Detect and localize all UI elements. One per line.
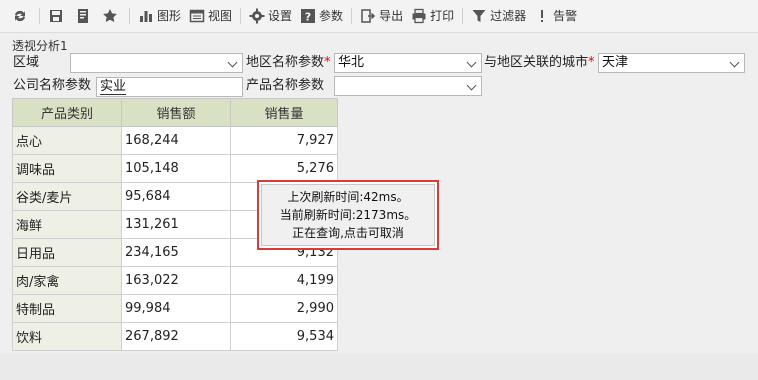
qty-cell[interactable]: 9,534 (230, 322, 338, 351)
bottom-bar (0, 354, 758, 380)
last-refresh-time: 上次刷新时间:42ms。 (287, 190, 409, 204)
qty-cell[interactable]: 5,276 (230, 154, 338, 183)
category-cell[interactable]: 谷类/麦片 (12, 182, 122, 211)
sales-cell[interactable]: 95,684 (121, 182, 231, 211)
params-label: 参数 (319, 9, 344, 23)
toolbar-divider (351, 8, 353, 24)
settings-button[interactable]: 设置 (245, 4, 296, 28)
category-cell[interactable]: 日用品 (12, 238, 122, 267)
params-button[interactable]: ? 参数 (296, 4, 347, 28)
toolbar-divider (129, 8, 130, 24)
refresh-icon (12, 8, 28, 24)
alert-icon (534, 8, 550, 24)
print-icon (411, 8, 427, 24)
save-button[interactable] (44, 4, 71, 28)
query-status-popup[interactable]: 上次刷新时间:42ms。 当前刷新时间:2173ms。 正在查询,点击可取消 (257, 180, 439, 250)
print-button[interactable]: 打印 (407, 4, 458, 28)
filter-icon (471, 8, 487, 24)
favorite-button[interactable] (98, 4, 125, 28)
sales-cell[interactable]: 168,244 (121, 126, 231, 155)
view-icon (189, 8, 205, 24)
company-input[interactable]: 实业 (96, 77, 243, 97)
filter-button[interactable]: 过滤器 (467, 4, 530, 28)
required-mark: * (588, 55, 595, 70)
settings-label: 设置 (268, 9, 293, 23)
save-as-button[interactable] (71, 4, 98, 28)
svg-text:?: ? (305, 11, 311, 24)
export-button[interactable]: 导出 (356, 4, 407, 28)
toolbar-divider (240, 8, 242, 24)
star-icon (102, 8, 118, 24)
table-row: 饮料 267,892 9,534 (12, 322, 338, 351)
view-label: 视图 (208, 9, 233, 23)
required-mark: * (324, 55, 331, 70)
toolbar: 图形 视图 设置 ? 参数 导出 打印 过滤器 告警 (0, 0, 758, 33)
toolbar-divider (462, 8, 464, 24)
region-select[interactable] (70, 53, 243, 73)
table-row: 调味品 105,148 5,276 (12, 154, 338, 183)
gear-icon (249, 8, 265, 24)
sales-cell[interactable]: 99,984 (121, 294, 231, 323)
area-name-label: 地区名称参数* (246, 54, 331, 72)
sales-cell[interactable]: 131,261 (121, 210, 231, 239)
column-header-sales[interactable]: 销售额 (121, 98, 231, 127)
report-title: 透视分析1 (12, 39, 68, 53)
city-label: 与地区关联的城市* (484, 54, 595, 72)
table-row: 特制品 99,984 2,990 (12, 294, 338, 323)
chart-icon (138, 8, 154, 24)
sales-cell[interactable]: 163,022 (121, 266, 231, 295)
category-cell[interactable]: 肉/家禽 (12, 266, 122, 295)
city-label-text: 与地区关联的城市 (484, 55, 589, 70)
cancel-query-hint[interactable]: 正在查询,点击可取消 (292, 224, 404, 242)
qty-cell[interactable]: 4,199 (230, 266, 338, 295)
print-label: 打印 (430, 9, 455, 23)
area-name-value: 华北 (338, 55, 365, 70)
qty-cell[interactable]: 2,990 (230, 294, 338, 323)
product-select[interactable] (334, 76, 482, 96)
company-value: 实业 (100, 79, 127, 95)
product-label: 产品名称参数 (246, 78, 325, 93)
column-header-qty[interactable]: 销售量 (230, 98, 338, 127)
qty-cell[interactable]: 7,927 (230, 126, 338, 155)
category-cell[interactable]: 调味品 (12, 154, 122, 183)
sales-cell[interactable]: 267,892 (121, 322, 231, 351)
table-header-row: 产品类别 销售额 销售量 (12, 98, 338, 127)
sales-cell[interactable]: 234,165 (121, 238, 231, 267)
export-icon (360, 8, 376, 24)
table-row: 点心 168,244 7,927 (12, 126, 338, 155)
category-cell[interactable]: 海鲜 (12, 210, 122, 239)
category-cell[interactable]: 特制品 (12, 294, 122, 323)
save-icon (48, 8, 64, 24)
column-header-category[interactable]: 产品类别 (12, 98, 122, 127)
region-label: 区域 (13, 55, 40, 70)
chart-label: 图形 (157, 9, 182, 23)
city-value: 天津 (602, 55, 629, 70)
sales-cell[interactable]: 105,148 (121, 154, 231, 183)
category-cell[interactable]: 饮料 (12, 322, 122, 351)
filter-label: 过滤器 (490, 9, 527, 23)
area-name-select[interactable]: 华北 (334, 53, 482, 73)
query-status-box[interactable]: 上次刷新时间:42ms。 当前刷新时间:2173ms。 正在查询,点击可取消 (261, 184, 435, 246)
category-cell[interactable]: 点心 (12, 126, 122, 155)
alert-button[interactable]: 告警 (530, 4, 581, 28)
save-as-icon (75, 8, 91, 24)
view-button[interactable]: 视图 (185, 4, 236, 28)
alert-label: 告警 (553, 9, 578, 23)
area-name-label-text: 地区名称参数 (246, 55, 325, 70)
toolbar-divider (39, 8, 40, 24)
company-label: 公司名称参数 (13, 78, 92, 93)
current-refresh-time: 当前刷新时间:2173ms。 (279, 208, 417, 222)
refresh-button[interactable] (8, 4, 35, 28)
city-select[interactable]: 天津 (598, 53, 745, 73)
table-row: 肉/家禽 163,022 4,199 (12, 266, 338, 295)
export-label: 导出 (379, 9, 404, 23)
help-icon: ? (300, 8, 316, 24)
chart-button[interactable]: 图形 (134, 4, 185, 28)
